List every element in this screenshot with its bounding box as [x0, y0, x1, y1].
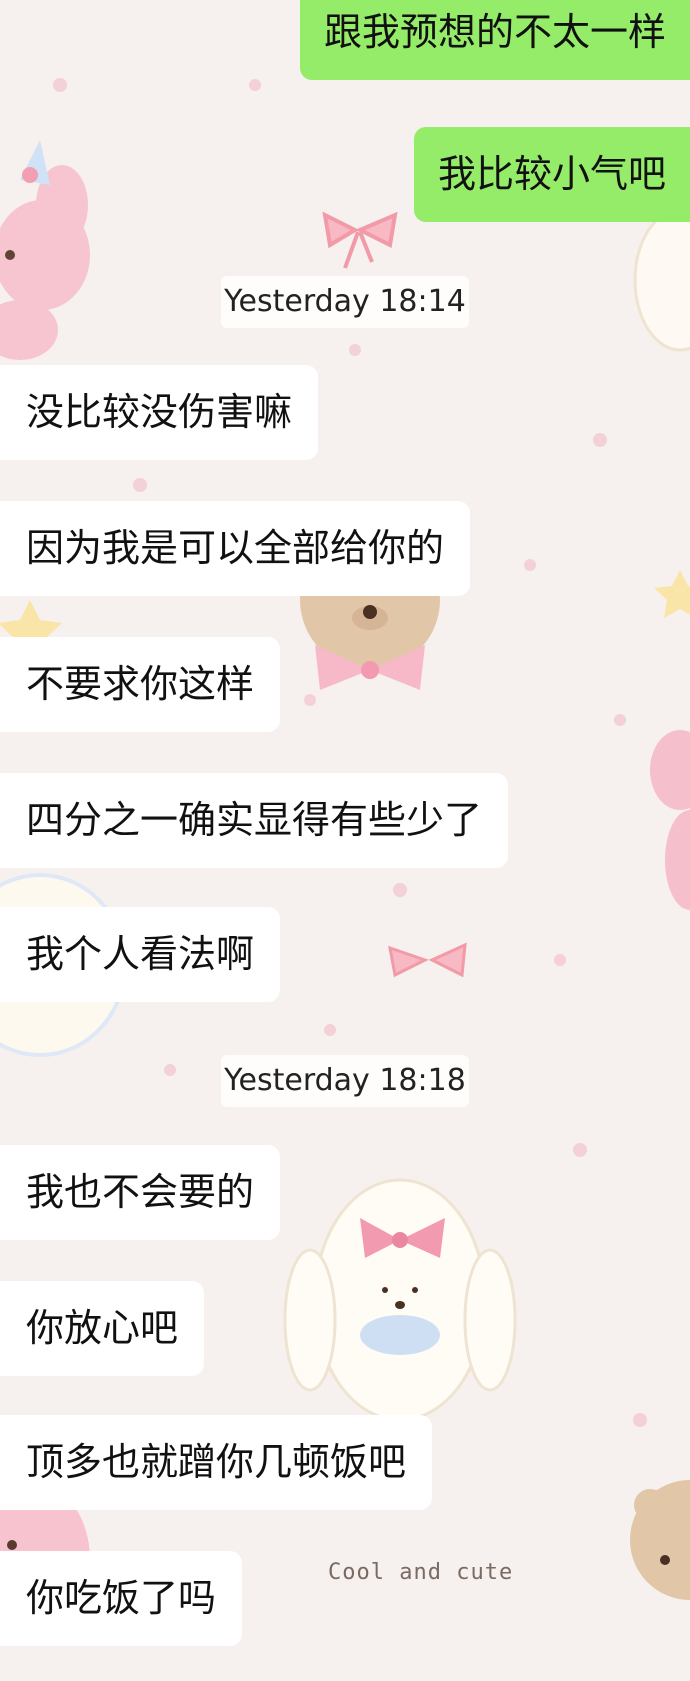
incoming-message[interactable]: 因为我是可以全部给你的: [0, 501, 471, 596]
white-bunny-edge: [633, 208, 690, 352]
outgoing-message[interactable]: 跟我预想的不太一样: [299, 0, 690, 80]
timestamp: Yesterday 18:18: [221, 1055, 469, 1107]
incoming-message[interactable]: 四分之一确实显得有些少了: [0, 773, 509, 868]
incoming-message[interactable]: 你放心吧: [0, 1281, 205, 1376]
bear-bottom-right: [630, 1480, 690, 1600]
incoming-message[interactable]: 我也不会要的: [0, 1145, 281, 1240]
timestamp: Yesterday 18:14: [221, 276, 469, 328]
incoming-message[interactable]: 没比较没伤害嘛: [0, 365, 319, 460]
incoming-message[interactable]: 顶多也就蹭你几顿饭吧: [0, 1415, 433, 1510]
chat-area[interactable]: Cool and cute 跟我预想的不太一样 我比较小气吧 Yesterday…: [0, 0, 690, 1681]
incoming-message[interactable]: 不要求你这样: [0, 637, 281, 732]
pink-bunny-illustration: [0, 140, 90, 360]
white-dog-illustration: [283, 1178, 517, 1422]
incoming-message[interactable]: 我个人看法啊: [0, 907, 281, 1002]
incoming-message[interactable]: 你吃饭了吗: [0, 1551, 243, 1646]
bow-decoration: [322, 211, 398, 269]
wallpaper-caption: Cool and cute: [328, 1560, 514, 1585]
outgoing-message[interactable]: 我比较小气吧: [413, 127, 690, 222]
